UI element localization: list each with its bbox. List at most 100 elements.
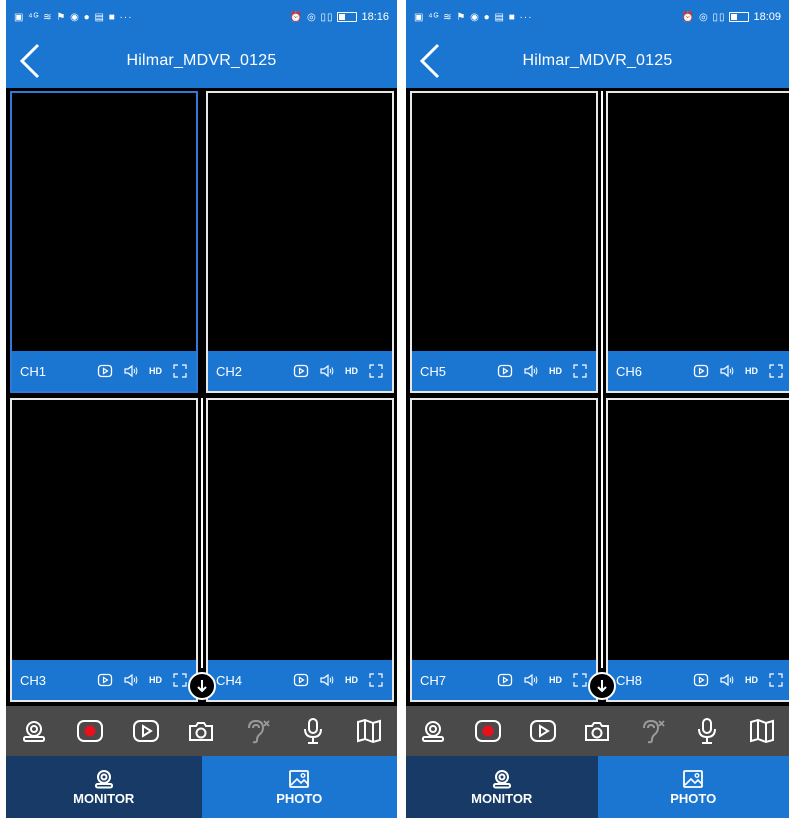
photo-icon [289,769,310,788]
hd-toggle[interactable]: HD [745,675,758,685]
play-icon[interactable] [497,363,513,379]
channel-label: CH8 [616,672,643,688]
speaker-icon[interactable] [123,363,139,379]
listen-muted-icon[interactable] [243,717,271,745]
tab-monitor-label: MONITOR [471,790,533,806]
hd-toggle[interactable]: HD [745,366,758,376]
status-icons: ▣ ⁴ᴳ ≋ ⚑ ◉ ● ▤ ■ ··· [14,11,133,23]
tile-control-bar: CH5 HD [412,351,596,391]
swipe-down-indicator[interactable] [188,672,216,700]
fullscreen-icon[interactable] [368,363,384,379]
channel-label: CH7 [420,672,447,688]
microphone-icon[interactable] [299,717,327,745]
bottom-nav: MONITOR PHOTO [406,756,789,818]
channel-label: CH4 [216,672,243,688]
video-tile-ch3[interactable]: CH3 HD [10,398,198,702]
back-arrow-icon[interactable] [416,42,444,80]
speaker-icon[interactable] [719,672,735,688]
video-tile-ch5[interactable]: CH5 HD [410,91,598,393]
tile-control-bar: CH6 HD [608,351,789,391]
map-icon[interactable] [355,717,383,745]
photo-icon [683,769,704,788]
video-tile-ch4[interactable]: CH4 HD [206,398,394,702]
record-icon[interactable] [474,717,502,745]
camera-surveillance-icon[interactable] [419,717,447,745]
microphone-icon[interactable] [693,717,721,745]
speaker-icon[interactable] [319,363,335,379]
play-icon[interactable] [497,672,513,688]
speaker-icon[interactable] [523,363,539,379]
tab-photo[interactable]: PHOTO [597,756,789,818]
hd-toggle[interactable]: HD [345,675,358,685]
swipe-guide-line [601,91,603,668]
hd-toggle[interactable]: HD [149,675,162,685]
fullscreen-icon[interactable] [172,363,188,379]
fullscreen-icon[interactable] [368,672,384,688]
fullscreen-icon[interactable] [572,363,588,379]
fullscreen-icon[interactable] [768,672,784,688]
tab-monitor[interactable]: MONITOR [6,756,202,818]
video-tile-ch2[interactable]: CH2 HD [206,91,394,393]
play-icon[interactable] [293,672,309,688]
status-bar: ▣ ⁴ᴳ ≋ ⚑ ◉ ● ▤ ■ ··· ⏰ ◎ ▯▯ 18:16 [6,0,397,34]
tile-control-bar: CH1 HD [12,351,196,391]
swipe-down-indicator[interactable] [588,672,616,700]
swipe-guide-line [201,398,203,668]
video-tile-ch8[interactable]: CH8 HD [606,398,789,702]
title-bar: Hilmar_MDVR_0125 [406,34,789,88]
status-right: ⏰ ◎ ▯▯ 18:16 [290,11,389,23]
snapshot-icon[interactable] [583,717,611,745]
listen-muted-icon[interactable] [638,717,666,745]
hd-toggle[interactable]: HD [345,366,358,376]
title-bar: Hilmar_MDVR_0125 [6,34,397,88]
page-title: Hilmar_MDVR_0125 [522,52,673,69]
tile-control-bar: CH4 HD [208,660,392,700]
arrow-down-icon [197,680,207,693]
play-icon[interactable] [693,363,709,379]
bottom-nav: MONITOR PHOTO [6,756,397,818]
speaker-icon[interactable] [719,363,735,379]
play-icon[interactable] [293,363,309,379]
playback-icon[interactable] [529,717,557,745]
hd-toggle[interactable]: HD [549,366,562,376]
video-tile-ch6[interactable]: CH6 HD [606,91,789,393]
speaker-icon[interactable] [123,672,139,688]
video-tile-ch1[interactable]: CH1 HD [10,91,198,393]
speaker-icon[interactable] [523,672,539,688]
status-time: 18:09 [753,11,781,23]
record-icon[interactable] [76,717,104,745]
tab-monitor[interactable]: MONITOR [406,756,598,818]
phone-screen-right: ▣ ⁴ᴳ ≋ ⚑ ◉ ● ▤ ■ ··· ⏰ ◎ ▯▯ 18:09 Hilmar… [406,0,789,818]
tab-monitor-label: MONITOR [73,790,135,806]
snapshot-icon[interactable] [187,717,215,745]
tab-photo[interactable]: PHOTO [201,756,397,818]
video-tile-ch7[interactable]: CH7 HD [410,398,598,702]
tile-control-bar: CH8 HD [608,660,789,700]
play-icon[interactable] [97,363,113,379]
play-icon[interactable] [97,672,113,688]
camera-surveillance-icon[interactable] [20,717,48,745]
channel-label: CH1 [20,363,47,379]
speaker-icon[interactable] [319,672,335,688]
video-grid: CH1 HD CH2 HD CH3 HD CH4 HD [6,88,397,702]
map-icon[interactable] [748,717,776,745]
back-arrow-icon[interactable] [16,42,44,80]
fullscreen-icon[interactable] [172,672,188,688]
tab-photo-label: PHOTO [670,790,717,806]
tile-control-bar: CH2 HD [208,351,392,391]
phone-screen-left: ▣ ⁴ᴳ ≋ ⚑ ◉ ● ▤ ■ ··· ⏰ ◎ ▯▯ 18:16 Hilmar… [6,0,397,818]
battery-icon [729,12,750,22]
hd-toggle[interactable]: HD [149,366,162,376]
tab-photo-label: PHOTO [276,790,323,806]
play-icon[interactable] [693,672,709,688]
status-bar: ▣ ⁴ᴳ ≋ ⚑ ◉ ● ▤ ■ ··· ⏰ ◎ ▯▯ 18:09 [406,0,789,34]
hd-toggle[interactable]: HD [549,675,562,685]
control-toolbar [6,706,397,756]
video-grid: CH5 HD CH6 HD CH7 HD CH8 HD [406,88,789,702]
playback-icon[interactable] [132,717,160,745]
fullscreen-icon[interactable] [572,672,588,688]
fullscreen-icon[interactable] [768,363,784,379]
arrow-down-icon [597,680,607,693]
channel-label: CH2 [216,363,243,379]
monitor-icon [492,769,511,788]
